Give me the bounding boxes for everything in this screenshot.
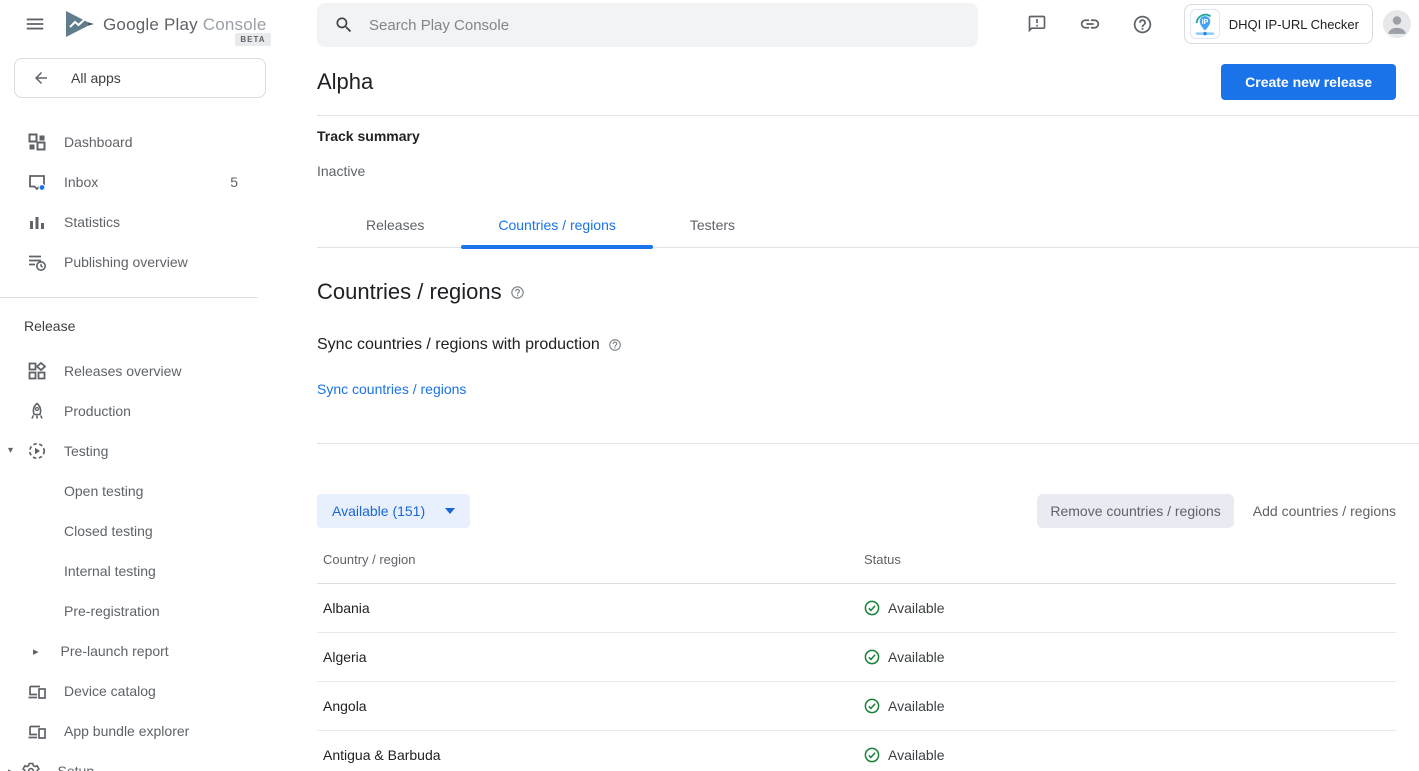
sidebar-item-publishing-overview[interactable]: Publishing overview [0,242,280,282]
play-console-logo-icon [64,11,94,37]
column-header-status: Status [864,552,1396,567]
status-label: Available [888,747,945,763]
table-row[interactable]: Albania Available [317,584,1396,633]
country-name: Albania [317,600,864,616]
sidebar-item-open-testing[interactable]: Open testing [0,471,280,511]
search-icon [334,15,354,35]
search-input[interactable] [369,17,929,34]
status-label: Available [888,698,945,714]
remove-countries-button[interactable]: Remove countries / regions [1037,494,1233,528]
inbox-count-badge: 5 [230,174,238,190]
country-name: Angola [317,698,864,714]
inbox-icon [28,173,46,191]
available-check-icon [864,600,880,616]
sidebar-item-releases-overview[interactable]: Releases overview [0,351,280,391]
statistics-icon [28,213,46,231]
create-new-release-button[interactable]: Create new release [1221,64,1396,100]
dashboard-icon [28,133,46,151]
testing-icon [28,442,46,460]
publishing-overview-icon [28,253,46,271]
device-catalog-icon [28,682,46,700]
sidebar-item-dashboard[interactable]: Dashboard [0,122,280,162]
sidebar-item-app-bundle-explorer[interactable]: App bundle explorer [0,711,280,751]
production-rocket-icon [28,402,46,420]
table-row[interactable]: Angola Available [317,682,1396,731]
logo-text: Google Play Console [103,15,267,35]
hamburger-menu-icon[interactable] [24,13,46,35]
app-name: DHQI IP-URL Checker [1229,17,1359,32]
dropdown-caret-icon [445,508,455,514]
main-area: IP DHQI IP-URL Checker Alpha Create new … [280,0,1419,771]
sidebar-item-testing[interactable]: ▾ Testing [0,431,280,471]
search-box[interactable] [317,3,978,47]
countries-table: Country / region Status Albania Availabl… [317,552,1396,771]
feedback-icon[interactable] [1025,12,1049,36]
countries-regions-heading: Countries / regions [317,279,502,305]
status-label: Available [888,600,945,616]
all-apps-button[interactable]: All apps [14,58,266,98]
beta-badge: BETA [235,33,270,46]
sidebar-divider [0,297,258,298]
track-summary-label: Track summary [317,128,1396,144]
sync-countries-link[interactable]: Sync countries / regions [317,381,466,397]
sidebar-header: Google Play Console BETA [0,0,280,48]
column-header-country: Country / region [317,552,864,567]
sidebar-item-device-catalog[interactable]: Device catalog [0,671,280,711]
availability-filter-dropdown[interactable]: Available (151) [317,494,470,528]
sidebar: Google Play Console BETA All apps Dashbo… [0,0,280,771]
add-countries-button[interactable]: Add countries / regions [1253,503,1396,519]
play-console-app: Google Play Console BETA All apps Dashbo… [0,0,1419,771]
tab-testers[interactable]: Testers [653,217,772,247]
help-circle-icon[interactable] [510,285,525,300]
table-header-row: Country / region Status [317,552,1396,584]
tab-releases[interactable]: Releases [329,217,461,247]
available-check-icon [864,747,880,763]
setup-expand-caret-icon[interactable]: ▸ [8,765,14,771]
account-avatar[interactable] [1383,10,1411,38]
track-status: Inactive [317,163,1396,179]
sidebar-item-closed-testing[interactable]: Closed testing [0,511,280,551]
available-check-icon [864,698,880,714]
track-tabs: Releases Countries / regions Testers [317,217,1396,247]
sidebar-nav: Dashboard Inbox 5 Statistics Publishing [0,122,280,771]
divider [317,443,1419,444]
pre-launch-expand-caret-icon[interactable]: ▸ [33,645,39,658]
sidebar-item-production[interactable]: Production [0,391,280,431]
page-title: Alpha [317,69,373,95]
sidebar-section-release: Release [24,318,280,338]
help-icon[interactable] [1131,12,1155,36]
table-controls: Available (151) Remove countries / regio… [317,494,1396,528]
topbar-icons: IP DHQI IP-URL Checker [1025,4,1411,44]
status-label: Available [888,649,945,665]
sidebar-item-inbox[interactable]: Inbox 5 [0,162,280,202]
country-name: Algeria [317,649,864,665]
app-icon: IP [1190,9,1220,39]
country-name: Antigua & Barbuda [317,747,864,763]
svg-text:IP: IP [1201,19,1208,26]
link-icon[interactable] [1078,12,1102,36]
testing-collapse-caret-icon[interactable]: ▾ [8,444,18,454]
setup-gear-icon [22,762,40,771]
divider [317,115,1419,116]
table-row[interactable]: Algeria Available [317,633,1396,682]
sidebar-item-internal-testing[interactable]: Internal testing [0,551,280,591]
table-row[interactable]: Antigua & Barbuda Available [317,731,1396,771]
sidebar-item-setup[interactable]: ▸ Setup [0,751,280,771]
page-content: Alpha Create new release Track summary I… [280,62,1419,771]
back-arrow-icon [32,69,50,87]
releases-overview-icon [28,362,46,380]
topbar: IP DHQI IP-URL Checker [280,0,1419,48]
tab-countries-regions[interactable]: Countries / regions [461,217,653,247]
play-console-logo[interactable]: Google Play Console BETA [64,11,267,37]
sidebar-item-pre-registration[interactable]: Pre-registration [0,591,280,631]
app-bundle-explorer-icon [28,722,46,740]
available-check-icon [864,649,880,665]
current-app-selector[interactable]: IP DHQI IP-URL Checker [1184,4,1373,44]
help-circle-icon[interactable] [608,338,622,352]
sidebar-item-pre-launch-report[interactable]: ▸ Pre-launch report [0,631,280,671]
sidebar-item-statistics[interactable]: Statistics [0,202,280,242]
sync-heading: Sync countries / regions with production [317,336,600,354]
page-header: Alpha Create new release [317,62,1396,102]
